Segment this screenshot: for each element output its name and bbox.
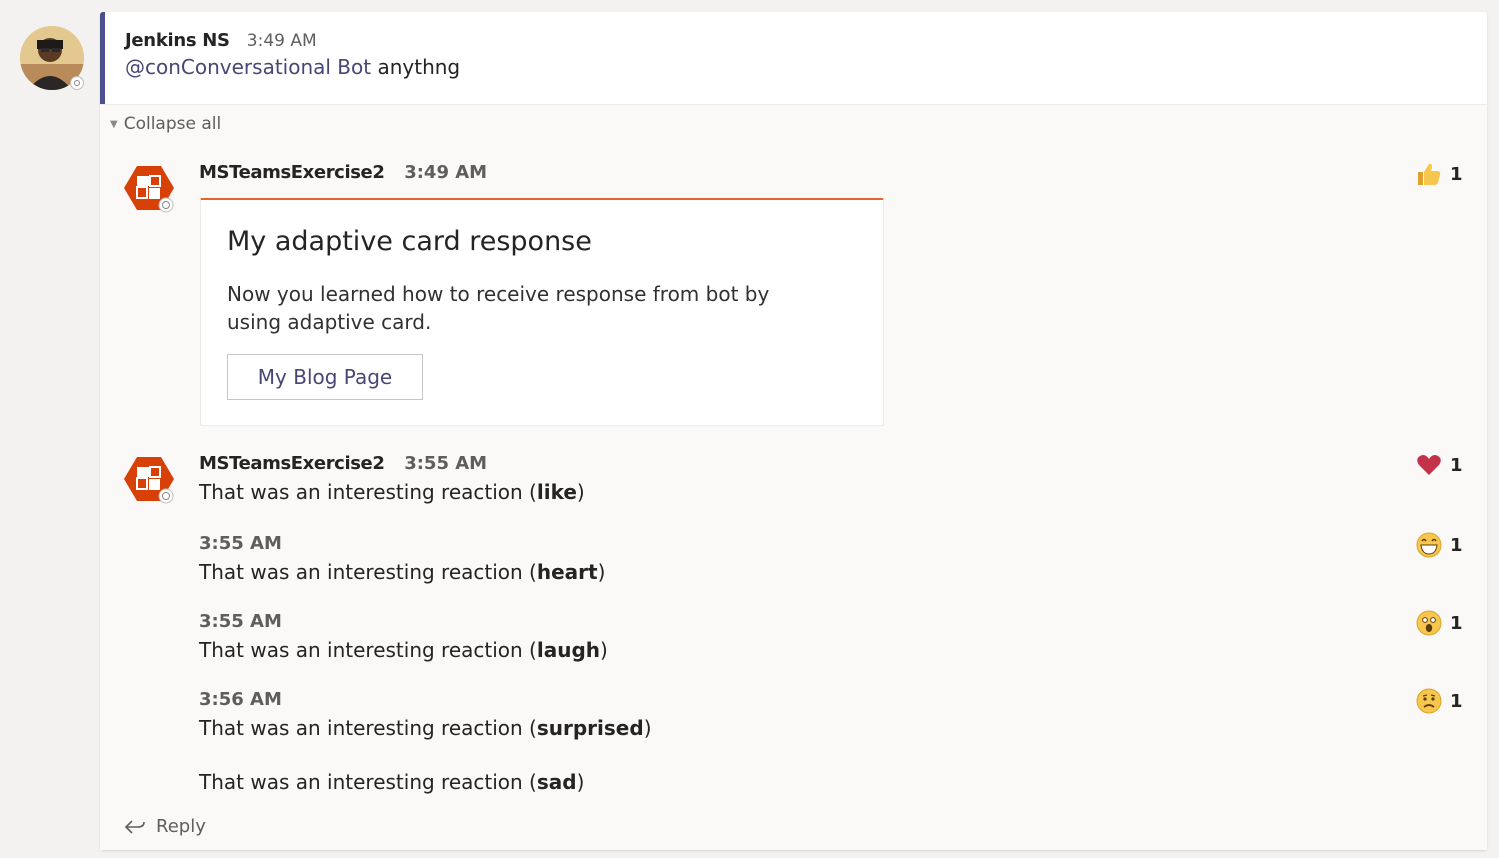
message-text-prefix: That was an interesting reaction ( — [199, 770, 537, 794]
message-text-prefix: That was an interesting reaction ( — [199, 638, 537, 662]
message-text: That was an interesting reaction (heart) — [199, 560, 605, 584]
collapse-all-button[interactable]: ▼ Collapse all — [110, 114, 221, 134]
message-text-suffix: ) — [597, 560, 606, 584]
thumbs-up-icon — [1418, 163, 1441, 185]
reply-arrow-icon — [124, 819, 145, 834]
sad-icon — [1416, 688, 1442, 714]
bot-avatar-icon[interactable] — [123, 455, 175, 507]
bot-message-header: MSTeamsExercise2 3:55 AM — [199, 453, 487, 474]
message-keyword: surprised — [536, 716, 644, 740]
message-text: That was an interesting reaction (like) — [199, 480, 585, 504]
user-presence-icon — [70, 76, 84, 90]
adaptive-card: My adaptive card response Now you learne… — [200, 198, 884, 426]
my-blog-page-button[interactable]: My Blog Page — [227, 354, 423, 400]
surprised-icon — [1416, 610, 1442, 636]
message-text-suffix: ) — [576, 480, 585, 504]
reaction-count: 1 — [1450, 534, 1463, 556]
bot-message-time: 3:49 AM — [404, 162, 488, 183]
root-text-body: anythng — [371, 55, 461, 79]
message-time: 3:55 AM — [199, 611, 282, 632]
message-keyword: like — [536, 480, 577, 504]
bot-message-time: 3:55 AM — [404, 453, 488, 474]
conversation-thread: Jenkins NS 3:49 AM @conConversational Bo… — [100, 12, 1487, 850]
reaction-laugh[interactable]: 1 — [1416, 532, 1463, 558]
bot-message-header: MSTeamsExercise2 3:49 AM — [199, 162, 487, 183]
reaction-heart[interactable]: 1 — [1416, 453, 1463, 477]
collapse-all-label: Collapse all — [123, 114, 222, 134]
bot-avatar-icon[interactable] — [123, 164, 175, 216]
reaction-count: 1 — [1450, 612, 1463, 634]
message-text-suffix: ) — [643, 716, 652, 740]
message-time: 3:55 AM — [199, 533, 282, 554]
reaction-count: 1 — [1450, 454, 1463, 476]
message-text-prefix: That was an interesting reaction ( — [199, 560, 537, 584]
root-sender[interactable]: Jenkins NS — [125, 30, 230, 51]
message-text: That was an interesting reaction (sad) — [199, 770, 584, 794]
message-keyword: heart — [536, 560, 598, 584]
reply-label: Reply — [156, 816, 206, 837]
message-text: That was an interesting reaction (laugh) — [199, 638, 608, 662]
message-text-suffix: ) — [600, 638, 608, 662]
root-time: 3:49 AM — [246, 31, 317, 51]
message-text: That was an interesting reaction (surpri… — [199, 716, 652, 740]
bot-sender[interactable]: MSTeamsExercise2 — [199, 453, 385, 474]
thread-accent-bar — [100, 12, 105, 104]
bot-mention[interactable]: @conConversational Bot — [125, 55, 371, 79]
message-keyword: laugh — [536, 638, 601, 662]
root-text: @conConversational Bot anythng — [125, 55, 460, 79]
reaction-count: 1 — [1450, 690, 1463, 712]
reply-button[interactable]: Reply — [124, 816, 206, 837]
reaction-count: 1 — [1450, 163, 1463, 185]
message-text-suffix: ) — [576, 770, 585, 794]
root-message: Jenkins NS 3:49 AM @conConversational Bo… — [125, 30, 460, 79]
reaction-sad[interactable]: 1 — [1416, 688, 1463, 714]
reaction-thumbs-up[interactable]: 1 — [1416, 162, 1463, 186]
laugh-icon — [1416, 532, 1442, 558]
message-text-prefix: That was an interesting reaction ( — [199, 716, 537, 740]
reaction-surprised[interactable]: 1 — [1416, 610, 1463, 636]
message-time: 3:56 AM — [199, 689, 282, 710]
message-keyword: sad — [536, 770, 577, 794]
bot-sender[interactable]: MSTeamsExercise2 — [199, 162, 385, 183]
message-text-prefix: That was an interesting reaction ( — [199, 480, 537, 504]
chevron-down-icon: ▼ — [110, 118, 118, 130]
card-title: My adaptive card response — [227, 226, 592, 257]
card-body: Now you learned how to receive response … — [227, 282, 770, 334]
heart-icon — [1417, 455, 1441, 475]
